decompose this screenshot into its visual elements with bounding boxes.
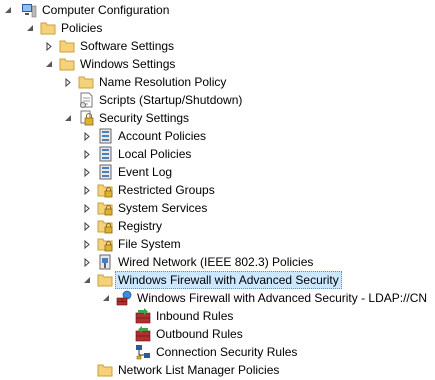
script-document-icon (78, 92, 94, 108)
tree-node-label: Network List Manager Policies (118, 363, 280, 377)
tree-node-windows-settings[interactable]: Windows Settings (0, 55, 435, 73)
security-lock-icon (78, 110, 94, 126)
tree-node-label: Scripts (Startup/Shutdown) (99, 93, 243, 107)
firewall-globe-icon (116, 290, 132, 306)
folder-icon (59, 38, 75, 54)
tree-node-label: Security Settings (99, 111, 190, 125)
connection-security-icon (135, 344, 151, 360)
tree-node-label: Registry (118, 219, 163, 233)
tree-node-connection-security-rules[interactable]: Connection Security Rules (0, 343, 435, 361)
expand-arrow-icon[interactable] (82, 199, 92, 217)
tree-node-label: Connection Security Rules (156, 345, 298, 359)
collapse-arrow-icon[interactable] (82, 271, 92, 289)
policy-list-icon (97, 164, 113, 180)
tree-node-event-log[interactable]: Event Log (0, 163, 435, 181)
collapse-arrow-icon[interactable] (63, 109, 73, 127)
expand-arrow-icon[interactable] (44, 37, 54, 55)
collapse-arrow-icon[interactable] (101, 289, 111, 307)
expand-arrow-icon[interactable] (82, 163, 92, 181)
expand-arrow-icon[interactable] (63, 73, 73, 91)
tree-node-label: Windows Firewall with Advanced Security … (137, 291, 428, 305)
tree-node-label: Software Settings (80, 39, 175, 53)
tree-node-name-resolution-policy[interactable]: Name Resolution Policy (0, 73, 435, 91)
expand-arrow-icon[interactable] (82, 217, 92, 235)
tree-node-wired-network[interactable]: Wired Network (IEEE 802.3) Policies (0, 253, 435, 271)
tree-node-system-services[interactable]: System Services (0, 199, 435, 217)
tree-node-software-settings[interactable]: Software Settings (0, 37, 435, 55)
collapse-arrow-icon[interactable] (44, 55, 54, 73)
inbound-rules-icon (135, 308, 151, 324)
tree-node-policies[interactable]: Policies (0, 19, 435, 37)
tree-node-label: Local Policies (118, 147, 192, 161)
tree-node-label: Name Resolution Policy (99, 75, 227, 89)
expand-arrow-icon[interactable] (82, 127, 92, 145)
expand-arrow-icon[interactable] (82, 253, 92, 271)
tree-node-label: File System (118, 237, 181, 251)
tree-node-registry[interactable]: Registry (0, 217, 435, 235)
collapse-arrow-icon[interactable] (25, 19, 35, 37)
expand-arrow-icon[interactable] (82, 145, 92, 163)
policy-tree: Computer Configuration Policies Software… (0, 0, 435, 380)
tree-node-label: Windows Settings (80, 57, 176, 71)
tree-node-restricted-groups[interactable]: Restricted Groups (0, 181, 435, 199)
tree-node-computer-configuration[interactable]: Computer Configuration (0, 1, 435, 19)
tree-node-label: System Services (118, 201, 208, 215)
outbound-rules-icon (135, 326, 151, 342)
network-cable-icon (97, 254, 113, 270)
tree-node-file-system[interactable]: File System (0, 235, 435, 253)
tree-node-label: Account Policies (118, 129, 207, 143)
tree-node-network-list-manager[interactable]: Network List Manager Policies (0, 361, 435, 379)
locked-folder-icon (97, 182, 113, 198)
tree-node-label: Computer Configuration (42, 3, 170, 17)
folder-icon (78, 74, 94, 90)
policy-list-icon (97, 146, 113, 162)
expand-arrow-icon[interactable] (82, 235, 92, 253)
expand-arrow-icon[interactable] (82, 181, 92, 199)
tree-node-label: Wired Network (IEEE 802.3) Policies (118, 255, 314, 269)
collapse-arrow-icon[interactable] (3, 1, 13, 19)
locked-folder-icon (97, 236, 113, 252)
tree-node-windows-firewall[interactable]: Windows Firewall with Advanced Security (0, 271, 435, 289)
policy-list-icon (97, 128, 113, 144)
tree-node-label: Event Log (118, 165, 173, 179)
tree-node-label: Policies (61, 21, 103, 35)
tree-node-account-policies[interactable]: Account Policies (0, 127, 435, 145)
tree-node-label: Inbound Rules (156, 309, 234, 323)
folder-icon (59, 56, 75, 72)
folder-icon (97, 362, 113, 378)
locked-folder-icon (97, 200, 113, 216)
tree-node-scripts[interactable]: Scripts (Startup/Shutdown) (0, 91, 435, 109)
tree-node-firewall-ldap[interactable]: Windows Firewall with Advanced Security … (0, 289, 435, 307)
tree-node-security-settings[interactable]: Security Settings (0, 109, 435, 127)
folder-icon (40, 20, 56, 36)
tree-node-label: Outbound Rules (156, 327, 243, 341)
tree-node-local-policies[interactable]: Local Policies (0, 145, 435, 163)
computer-icon (21, 2, 37, 18)
folder-icon (97, 272, 113, 288)
tree-node-inbound-rules[interactable]: Inbound Rules (0, 307, 435, 325)
tree-node-label: Windows Firewall with Advanced Security (115, 271, 342, 289)
tree-node-label: Restricted Groups (118, 183, 215, 197)
locked-folder-icon (97, 218, 113, 234)
tree-node-outbound-rules[interactable]: Outbound Rules (0, 325, 435, 343)
